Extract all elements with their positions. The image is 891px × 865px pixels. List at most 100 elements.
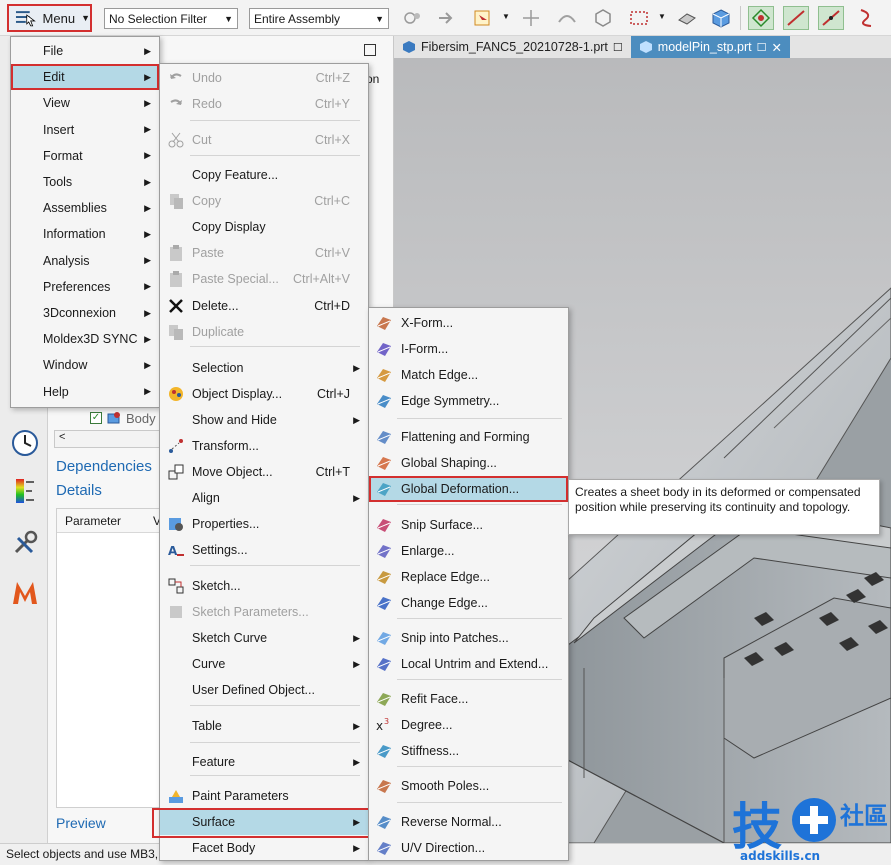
edit-menu-item[interactable]: Align ▶: [160, 485, 368, 511]
paste-special-icon: [165, 270, 187, 288]
edit-menu-item[interactable]: Transform...: [160, 433, 368, 459]
surface-menu-item[interactable]: Flattening and Forming: [369, 424, 568, 450]
surface-menu-item[interactable]: Replace Edge...: [369, 564, 568, 590]
tools-wrench-icon[interactable]: [8, 526, 42, 560]
edit-menu-item[interactable]: Curve ▶: [160, 651, 368, 677]
scope-dropdown[interactable]: Entire Assembly ▼: [249, 8, 389, 29]
edit-menu-item[interactable]: Facet Body ▶: [160, 835, 368, 861]
surface-menu-item[interactable]: Reverse Normal...: [369, 809, 568, 835]
menu-item-spacer: [165, 717, 187, 735]
edit-menu-item[interactable]: Show and Hide ▶: [160, 407, 368, 433]
surface-menu-item[interactable]: Snip Surface...: [369, 512, 568, 538]
details-section[interactable]: Details: [56, 482, 102, 499]
dependencies-section[interactable]: Dependencies: [56, 458, 152, 475]
surface-menu: X-Form... I-Form... Match Edge... Edge Symm…: [368, 307, 569, 861]
surface-menu-item[interactable]: Edge Symmetry...: [369, 388, 568, 414]
document-tabs: Fibersim_FANC5_20210728-1.prt ☐ modelPin…: [394, 36, 891, 58]
select-feature-icon[interactable]: [470, 6, 496, 30]
edit-menu-item[interactable]: Sketch...: [160, 573, 368, 599]
surface-menu-item-label: Enlarge...: [401, 544, 455, 558]
edit-menu-item[interactable]: Delete... Ctrl+D: [160, 293, 368, 319]
tab-fibersim[interactable]: Fibersim_FANC5_20210728-1.prt ☐: [394, 36, 631, 58]
main-menu-item-label: Assemblies: [43, 201, 107, 216]
edit-menu-item[interactable]: Surface ▶: [160, 809, 368, 835]
edit-menu-item[interactable]: Feature ▶: [160, 749, 368, 775]
surface-menu-item[interactable]: Change Edge...: [369, 590, 568, 616]
surface-menu-item[interactable]: Smooth Poles...: [369, 773, 568, 799]
main-menu-item[interactable]: Edit ▶: [11, 64, 159, 91]
visibility-checkbox[interactable]: ✓: [90, 412, 102, 424]
selection-filter-dropdown[interactable]: No Selection Filter ▼: [104, 8, 238, 29]
menu-item-spacer: [165, 166, 187, 184]
curve-rule-icon[interactable]: [554, 6, 580, 30]
edit-menu-item[interactable]: Properties...: [160, 511, 368, 537]
main-menu-item[interactable]: Insert ▶: [11, 117, 159, 143]
transform-icon: [165, 437, 187, 455]
surface-menu-item[interactable]: Enlarge...: [369, 538, 568, 564]
menu-button[interactable]: Menu ▼: [7, 4, 92, 32]
edit-menu-item[interactable]: User Defined Object...: [160, 677, 368, 703]
color-map-icon[interactable]: [8, 474, 42, 508]
main-menu-item[interactable]: View ▶: [11, 90, 159, 116]
main-menu-item[interactable]: Moldex3D SYNC ▶: [11, 326, 159, 352]
arrow-filter-icon[interactable]: [434, 6, 460, 30]
edit-menu-item[interactable]: Copy Display: [160, 214, 368, 240]
main-menu-item[interactable]: Tools ▶: [11, 169, 159, 195]
edit-menu-item[interactable]: A Settings...: [160, 537, 368, 563]
maximize-icon[interactable]: [364, 44, 376, 56]
edit-menu-item[interactable]: Sketch Curve ▶: [160, 625, 368, 651]
main-menu-item[interactable]: Window ▶: [11, 352, 159, 378]
spline-icon[interactable]: [853, 6, 879, 30]
main-menu-item-label: Tools: [43, 175, 73, 189]
main-menu-item[interactable]: 3Dconnexion ▶: [11, 300, 159, 326]
cube-icon[interactable]: [708, 6, 734, 30]
tab-modelpin[interactable]: modelPin_stp.prt ☐ ✕: [630, 36, 790, 58]
surface-menu-item[interactable]: X-Form...: [369, 310, 568, 336]
surface-menu-item[interactable]: Local Untrim and Extend...: [369, 651, 568, 677]
main-menu-item[interactable]: Information ▶: [11, 221, 159, 247]
surface-menu-item[interactable]: Global Shaping...: [369, 450, 568, 476]
main-menu-item[interactable]: Format ▶: [11, 143, 159, 169]
main-menu-item[interactable]: Analysis ▶: [11, 248, 159, 274]
surface-menu-item[interactable]: Global Deformation...: [369, 476, 568, 502]
surface-menu-item[interactable]: I-Form...: [369, 336, 568, 362]
edit-menu-item[interactable]: Selection ▶: [160, 355, 368, 381]
surface-menu-item[interactable]: Snip into Patches...: [369, 625, 568, 651]
surface-menu-item[interactable]: Refit Face...: [369, 686, 568, 712]
close-icon[interactable]: ✕: [771, 40, 781, 55]
main-menu-item[interactable]: File ▶: [11, 38, 159, 64]
edit-menu-item[interactable]: Move Object... Ctrl+T: [160, 459, 368, 485]
edit-menu-item: Paste Ctrl+V: [160, 240, 368, 266]
edit-menu-item-label: Feature: [192, 755, 236, 769]
edit-menu-item[interactable]: Object Display... Ctrl+J: [160, 381, 368, 407]
crosshair-icon[interactable]: [518, 6, 544, 30]
edit-menu-item[interactable]: Paint Parameters: [160, 783, 368, 809]
modified-icon: ☐: [756, 41, 767, 54]
navigator-body-row[interactable]: ✓ Body: [90, 410, 156, 426]
edit-menu-item[interactable]: Copy Feature...: [160, 162, 368, 188]
shortcut-label: Ctrl+V: [314, 246, 350, 260]
surface-menu-item[interactable]: Match Edge...: [369, 362, 568, 388]
line-point-icon[interactable]: [818, 6, 844, 30]
rectangle-select-icon[interactable]: [626, 6, 652, 30]
horizontal-scrollbar[interactable]: <: [54, 430, 164, 448]
snap-points-icon[interactable]: [748, 6, 774, 30]
moldex-m-icon[interactable]: [8, 576, 42, 610]
preview-section[interactable]: Preview: [56, 815, 106, 831]
edit-menu-item[interactable]: Table ▶: [160, 713, 368, 739]
line-icon[interactable]: [783, 6, 809, 30]
main-menu-item[interactable]: Preferences ▶: [11, 274, 159, 300]
scroll-left-icon[interactable]: <: [59, 431, 65, 443]
main-menu-item[interactable]: Help ▶: [11, 379, 159, 405]
shaded-body-icon[interactable]: [674, 6, 700, 30]
surface-menu-item[interactable]: U/V Direction...: [369, 835, 568, 861]
snap-point-icon[interactable]: [400, 6, 426, 30]
clock-icon[interactable]: [8, 426, 42, 460]
edit-menu-item-label: Cut: [192, 133, 212, 147]
menu-item-spacer: [165, 489, 187, 507]
surface-menu-item[interactable]: Stiffness...: [369, 738, 568, 764]
face-rule-icon[interactable]: [590, 6, 616, 30]
surface-menu-item[interactable]: x 3 Degree...: [369, 712, 568, 738]
local-untrim-icon: [373, 655, 395, 673]
main-menu-item[interactable]: Assemblies ▶: [11, 195, 159, 221]
